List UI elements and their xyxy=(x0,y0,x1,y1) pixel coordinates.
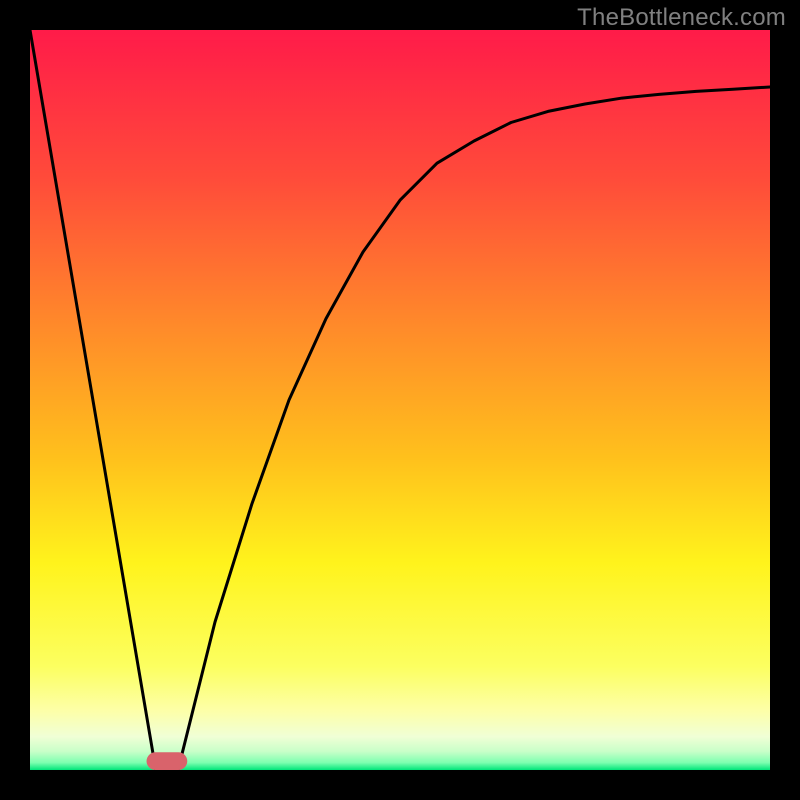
chart-frame: TheBottleneck.com xyxy=(0,0,800,800)
gradient-background xyxy=(30,30,770,770)
chart-svg xyxy=(30,30,770,770)
watermark-text: TheBottleneck.com xyxy=(577,4,786,32)
minimum-marker xyxy=(147,752,188,770)
plot-area xyxy=(30,30,770,770)
